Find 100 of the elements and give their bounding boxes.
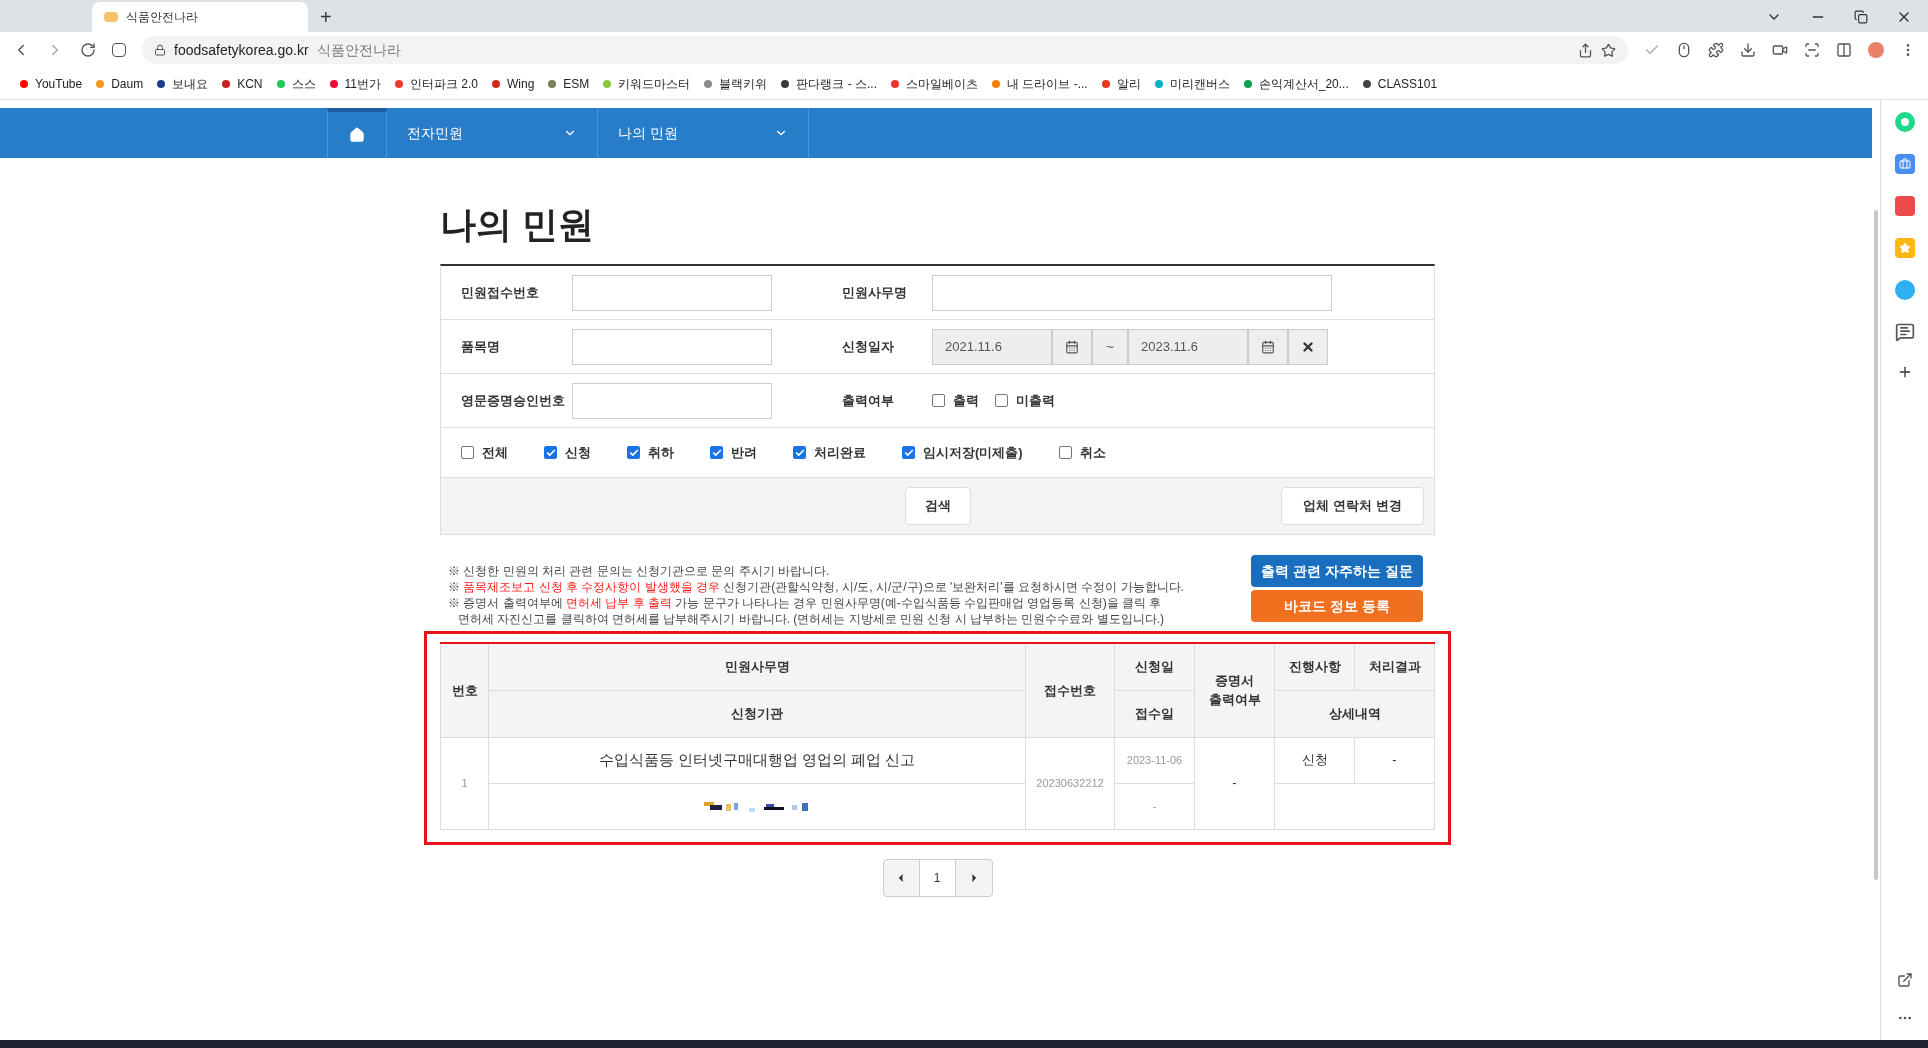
page-title: 나의 민원 bbox=[440, 203, 595, 247]
external-link-icon[interactable] bbox=[1896, 972, 1913, 988]
chat-icon[interactable] bbox=[1894, 322, 1915, 342]
close-icon bbox=[1301, 339, 1315, 354]
service-link[interactable]: 수입식품등 인터넷구매대행업 영업의 폐업 신고 bbox=[488, 737, 1026, 783]
bookmark-link[interactable]: 손익계산서_20... bbox=[1243, 74, 1349, 93]
checkbox[interactable] bbox=[544, 446, 557, 459]
column-header: 민원사무명 bbox=[488, 643, 1026, 690]
bookmark-link[interactable]: CLASS101 bbox=[1362, 74, 1438, 93]
calendar-icon bbox=[1261, 339, 1275, 354]
bookmark-link[interactable]: Daum bbox=[96, 74, 144, 93]
bookmark-link[interactable]: 알리 bbox=[1101, 74, 1141, 93]
reload-icon[interactable] bbox=[80, 42, 96, 58]
bookmark-link[interactable]: KCN bbox=[222, 74, 263, 93]
notice-text: 면허세 자진신고를 클릭하여 면허세를 납부해주시기 바랍니다. (면허세는 지방세로 민원 신청 시 납부하는 민원수수료와 별도입니다.) bbox=[457, 611, 1165, 627]
share-icon[interactable] bbox=[1578, 42, 1593, 58]
checkbox-label: 출력 bbox=[953, 391, 979, 410]
checkbox[interactable] bbox=[932, 394, 945, 407]
bookmark-link[interactable]: Wing bbox=[492, 74, 535, 93]
capture-icon[interactable] bbox=[1804, 42, 1820, 58]
calendar-button[interactable] bbox=[1248, 328, 1288, 365]
start-date-field[interactable]: 2021.11.6 bbox=[932, 328, 1052, 365]
column-header: 증명서 출력여부 bbox=[1194, 643, 1275, 737]
checkbox[interactable] bbox=[1058, 446, 1072, 459]
clear-dates-button[interactable] bbox=[1288, 328, 1328, 365]
address-field[interactable]: foodsafetykorea.go.kr 식품안전나라 bbox=[142, 36, 1628, 64]
checkbox[interactable] bbox=[793, 446, 806, 459]
field-label: 영문증명승인번호 bbox=[461, 391, 566, 410]
service-name-field[interactable] bbox=[932, 274, 1332, 311]
checkbox-label: 신청 bbox=[565, 443, 591, 462]
camera-icon[interactable] bbox=[1772, 42, 1788, 58]
field-label: 출력여부 bbox=[842, 391, 895, 410]
table-cell: - bbox=[1194, 737, 1275, 829]
checkbox[interactable] bbox=[710, 446, 723, 459]
column-header: 처리결과 bbox=[1354, 643, 1435, 690]
bookmark-link[interactable]: 스스 bbox=[276, 74, 316, 93]
scrollbar[interactable] bbox=[1874, 210, 1878, 880]
bookmark-link[interactable]: 내 드라이브 -... bbox=[992, 74, 1088, 93]
contact-change-button[interactable]: 업체 연락처 변경 bbox=[1281, 487, 1424, 525]
bookmark-link[interactable]: 인터파크 2.0 bbox=[395, 74, 478, 93]
column-header: 신청일 bbox=[1114, 643, 1195, 690]
calendar-icon bbox=[1065, 339, 1079, 354]
briefcase-icon[interactable] bbox=[1894, 154, 1915, 174]
notice-text: ※ 증명서 출력여부에 면허세 납부 후 출력 가능 문구가 나타나는 경우 민원사무명(예-수입식품등 수입판매업 영업등록 신청)을 클릭 후 bbox=[448, 595, 1163, 611]
checkbox[interactable] bbox=[995, 394, 1008, 407]
page-button[interactable]: 1 bbox=[919, 859, 956, 896]
bookmark-link[interactable]: YouTube bbox=[20, 74, 83, 93]
column-header: 신청기관 bbox=[488, 690, 1026, 737]
profile-avatar[interactable] bbox=[1868, 42, 1884, 58]
table-cell: 2023-11-06 bbox=[1114, 737, 1195, 783]
extensions-icon[interactable] bbox=[1708, 42, 1724, 58]
bookmark-link[interactable]: 키워드마스터 bbox=[603, 74, 691, 93]
home-tab[interactable] bbox=[327, 108, 387, 158]
notice-text: ※ 품목제조보고 신청 후 수정사항이 발생했을 경우 신청기관(관할식약청, 시/도, 시/군/구)으로 '보완처리'를 요청하시면 수정이 가능합니다. bbox=[448, 579, 1185, 595]
search-button[interactable]: 검색 bbox=[904, 487, 971, 525]
column-header: 상세내역 bbox=[1274, 690, 1435, 737]
field-label: 품목명 bbox=[461, 337, 501, 356]
checkbox-label: 미출력 bbox=[1016, 391, 1055, 410]
new-tab-button[interactable]: + bbox=[308, 2, 344, 32]
bookmark-link[interactable]: 스마일베이츠 bbox=[891, 74, 979, 93]
home-icon bbox=[349, 127, 365, 143]
bookmark-link[interactable]: 판다랭크 - 스... bbox=[781, 74, 878, 93]
bookmark-link[interactable]: 11번가 bbox=[329, 74, 381, 93]
checkbox-label: 임시저장(미제출) bbox=[923, 443, 1023, 462]
briefcase-glyph-icon bbox=[1898, 158, 1911, 170]
table-cell: 20230632212 bbox=[1025, 737, 1115, 829]
star-glyph-icon bbox=[1898, 242, 1911, 254]
nav-menu[interactable]: 나의 민원 bbox=[598, 108, 809, 158]
restore-icon[interactable] bbox=[1854, 10, 1868, 24]
side-panel-icon[interactable] bbox=[1836, 42, 1852, 58]
checkbox-label: 취하 bbox=[648, 443, 674, 462]
calendar-button[interactable] bbox=[1052, 328, 1092, 365]
field-label: 민원사무명 bbox=[842, 283, 908, 302]
bookmark-link[interactable]: ESM bbox=[548, 74, 590, 93]
checkbox[interactable] bbox=[627, 446, 640, 459]
column-header: 접수일 bbox=[1114, 690, 1195, 737]
end-date-field[interactable]: 2023.11.6 bbox=[1128, 328, 1248, 365]
receipt-number-field[interactable] bbox=[572, 274, 772, 311]
download-icon[interactable] bbox=[1740, 42, 1756, 58]
checkbox[interactable] bbox=[461, 446, 474, 459]
certificate-number-field[interactable] bbox=[572, 382, 772, 419]
bookmark-link[interactable]: 블랙키위 bbox=[704, 74, 768, 93]
browser-tab[interactable]: 식품안전나라 bbox=[92, 2, 308, 32]
bookmark-star-icon[interactable] bbox=[1601, 42, 1616, 58]
column-header: 진행사항 bbox=[1274, 643, 1355, 690]
column-header: 번호 bbox=[440, 643, 489, 737]
faq-button[interactable]: 출력 관련 자주하는 질문 bbox=[1251, 555, 1423, 587]
table-cell: 신청 bbox=[1274, 737, 1355, 783]
mouse-icon[interactable] bbox=[1676, 42, 1692, 58]
notice-text: ※ 신청한 민원의 처리 관련 문의는 신청기관으로 문의 주시기 바랍니다. bbox=[448, 563, 831, 579]
checkbox-label: 전체 bbox=[482, 443, 508, 462]
field-label: 신청일자 bbox=[842, 337, 895, 356]
bookmark-link[interactable]: 보내요 bbox=[157, 74, 209, 93]
checkbox[interactable] bbox=[902, 446, 915, 459]
item-name-field[interactable] bbox=[572, 328, 772, 365]
nav-menu[interactable]: 전자민원 bbox=[387, 108, 598, 158]
lock-icon bbox=[154, 44, 166, 56]
bookmark-link[interactable]: 미리캔버스 bbox=[1154, 74, 1230, 93]
table-cell: 1 bbox=[440, 737, 489, 829]
checkbox-label: 취소 bbox=[1079, 443, 1106, 462]
